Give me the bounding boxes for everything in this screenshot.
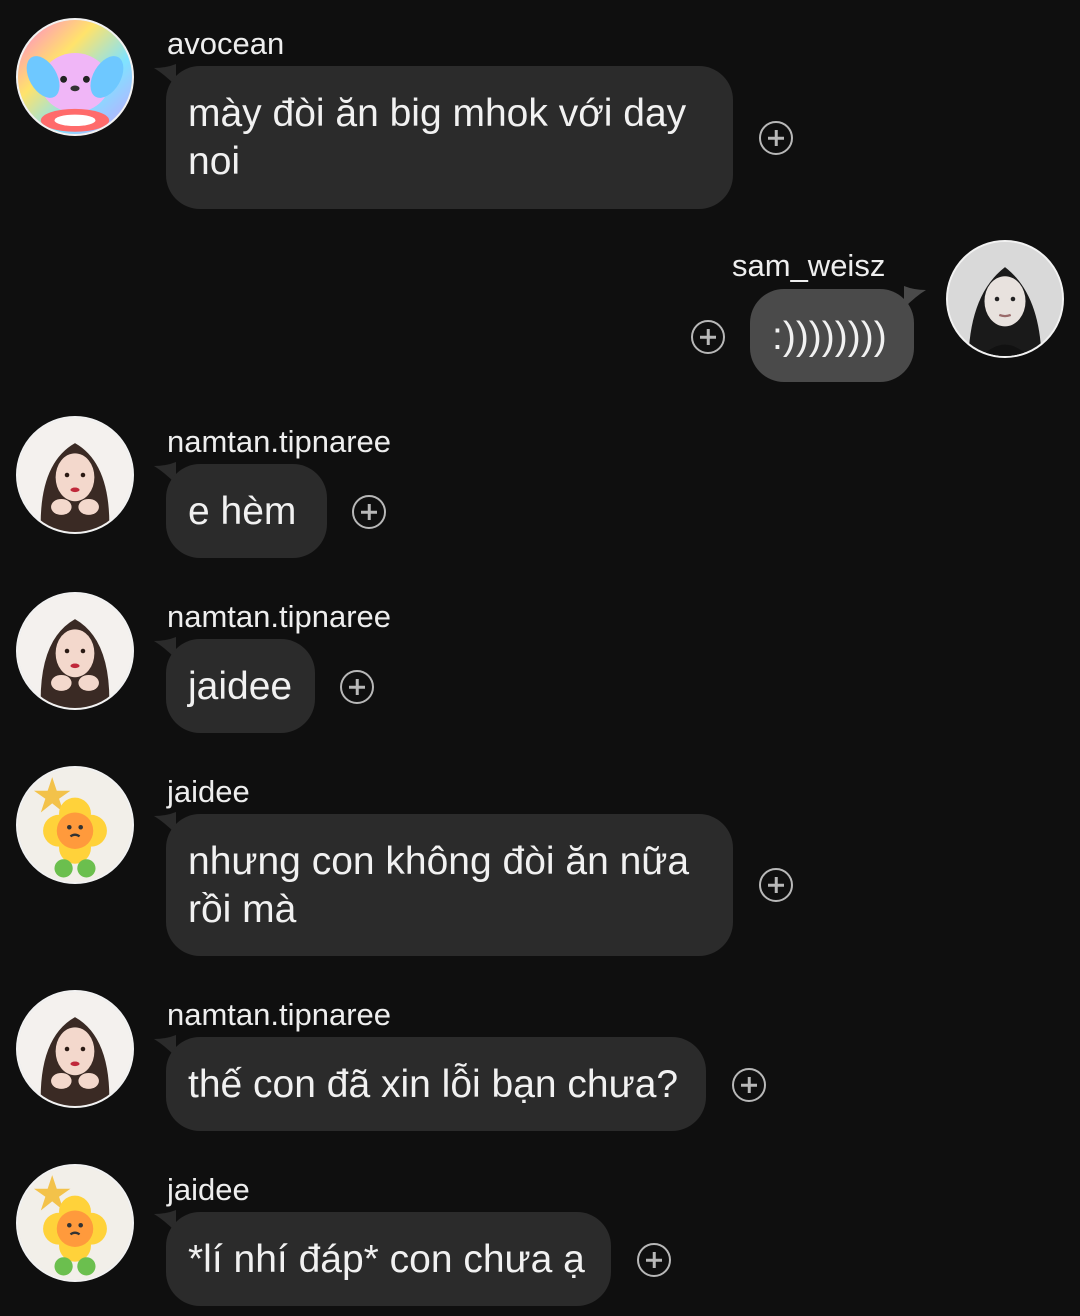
- namtan-avatar[interactable]: [16, 990, 134, 1108]
- message-bubble[interactable]: nhưng con không đòi ăn nữa rồi mà: [166, 814, 733, 956]
- add-reaction-button[interactable]: [691, 320, 725, 354]
- namtan-avatar[interactable]: [16, 592, 134, 710]
- message-bubble[interactable]: jaidee: [166, 639, 315, 733]
- message-bubble[interactable]: mày đòi ăn big mhok với day noi: [166, 66, 733, 209]
- add-reaction-button[interactable]: [637, 1243, 671, 1277]
- message-username[interactable]: avocean: [167, 26, 284, 62]
- add-reaction-button[interactable]: [759, 868, 793, 902]
- message-bubble[interactable]: :)))))))): [750, 289, 914, 382]
- message-bubble[interactable]: e hèm: [166, 464, 327, 558]
- jaidee-avatar[interactable]: [16, 1164, 134, 1282]
- message-bubble[interactable]: thế con đã xin lỗi bạn chưa?: [166, 1037, 706, 1131]
- add-reaction-button[interactable]: [732, 1068, 766, 1102]
- message-username[interactable]: sam_weisz: [732, 248, 885, 284]
- sam-weisz-avatar[interactable]: [946, 240, 1064, 358]
- avocean-avatar[interactable]: [16, 18, 134, 136]
- message-username[interactable]: jaidee: [167, 774, 250, 810]
- message-username[interactable]: namtan.tipnaree: [167, 997, 391, 1033]
- add-reaction-button[interactable]: [759, 121, 793, 155]
- jaidee-avatar[interactable]: [16, 766, 134, 884]
- message-bubble[interactable]: *lí nhí đáp* con chưa ạ: [166, 1212, 611, 1306]
- add-reaction-button[interactable]: [340, 670, 374, 704]
- message-username[interactable]: namtan.tipnaree: [167, 424, 391, 460]
- bubble-tail: [904, 286, 926, 308]
- message-username[interactable]: jaidee: [167, 1172, 250, 1208]
- message-username[interactable]: namtan.tipnaree: [167, 599, 391, 635]
- add-reaction-button[interactable]: [352, 495, 386, 529]
- namtan-avatar[interactable]: [16, 416, 134, 534]
